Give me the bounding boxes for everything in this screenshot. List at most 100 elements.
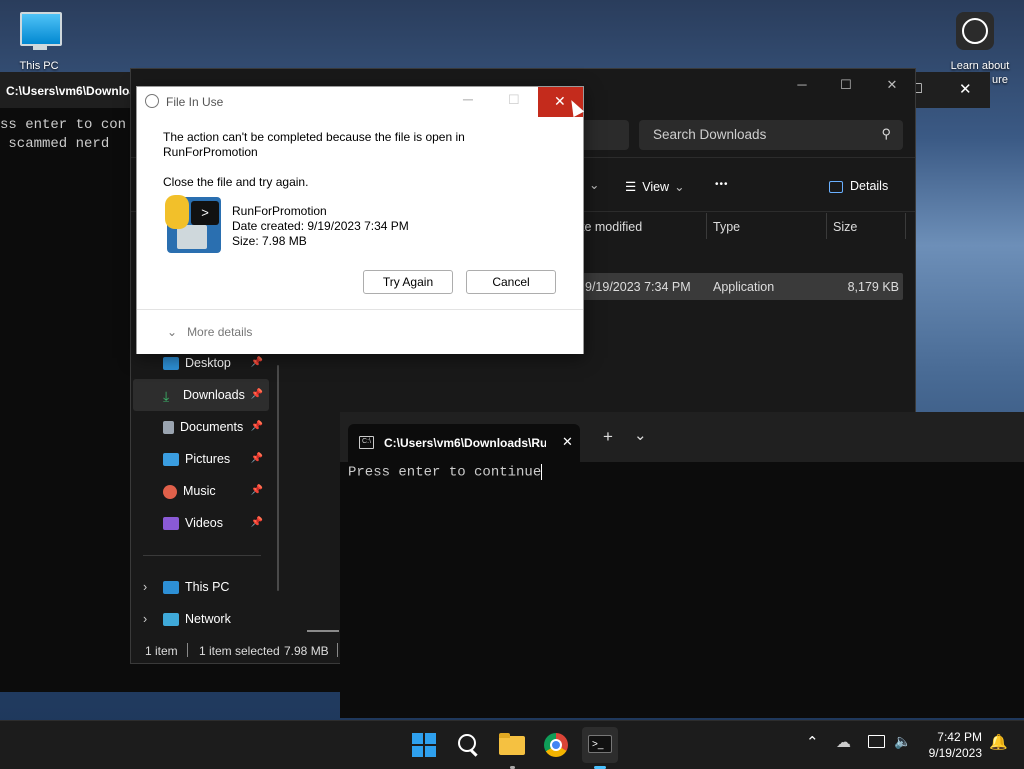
start-button[interactable] (408, 729, 440, 761)
monitor-icon (20, 12, 62, 46)
back-console-line-2: scammed nerd (0, 136, 110, 152)
new-tab-button[interactable]: + (603, 427, 613, 447)
terminal-output-text: Press enter to continue (348, 464, 542, 481)
terminal-tab-bar[interactable]: C:\ C:\Users\vm6\Downloads\Rur ✕ + ⌄ (340, 412, 1024, 462)
chrome-taskbar-button[interactable] (540, 729, 572, 761)
sidebar-item-label: Music (183, 484, 216, 498)
file-in-use-icon (145, 94, 159, 108)
sidebar-item-label: Videos (185, 516, 223, 530)
network-status-icon[interactable] (868, 735, 885, 748)
sidebar-item-videos[interactable]: Videos 📌 (133, 507, 269, 539)
explorer-maximize-icon[interactable]: ☐ (823, 69, 869, 101)
explorer-close-icon[interactable]: ✕ (869, 69, 915, 101)
pin-icon: 📌 (250, 389, 263, 400)
explorer-minimize-icon[interactable]: ─ (779, 69, 825, 101)
folder-icon (499, 736, 525, 755)
desktop-icon (163, 357, 179, 371)
try-again-button[interactable]: Try Again (363, 270, 453, 294)
search-icon: ⚲ (881, 126, 891, 141)
column-separator (706, 213, 707, 239)
monitor-stand-icon (33, 46, 47, 50)
terminal-output[interactable]: Press enter to continue (348, 464, 543, 481)
volume-muted-icon[interactable]: 🔈 (894, 733, 911, 750)
clock-date: 9/19/2023 (928, 746, 982, 760)
clock[interactable]: 7:42 PM 9/19/2023 (916, 729, 982, 761)
see-more-button[interactable]: ••• (715, 179, 729, 190)
terminal-tab[interactable]: C:\ C:\Users\vm6\Downloads\Rur ✕ (348, 424, 580, 462)
desktop-icon-this-pc[interactable]: This PC (14, 8, 64, 72)
terminal-taskbar-button[interactable]: >_ (582, 727, 618, 769)
more-details-toggle[interactable]: ⌄ More details (167, 325, 252, 339)
dialog-message-line-1: The action can't be completed because th… (163, 130, 465, 144)
table-row[interactable]: 9/19/2023 7:34 PM Application 8,179 KB (571, 273, 903, 300)
file-explorer-taskbar-button[interactable] (496, 729, 528, 769)
sidebar-item-this-pc[interactable]: › This PC (133, 571, 269, 603)
details-pane-icon (829, 180, 843, 193)
status-size: 7.98 MB (284, 644, 329, 658)
onedrive-icon[interactable]: ☁ (836, 733, 851, 751)
tab-close-icon[interactable]: ✕ (562, 434, 573, 450)
status-divider (187, 643, 188, 657)
terminal-tab-title: C:\Users\vm6\Downloads\Rur (384, 436, 546, 450)
row-size: 8,179 KB (847, 280, 899, 294)
view-label: View (642, 180, 670, 194)
this-pc-label: This PC (19, 60, 59, 72)
nav-pane: Desktop 📌 ⤓ Downloads 📌 Documents 📌 Pictu… (133, 347, 269, 637)
sidebar-item-documents[interactable]: Documents 📌 (133, 411, 269, 443)
videos-icon (163, 517, 179, 531)
sidebar-item-label: This PC (185, 580, 230, 594)
monitor-icon (163, 581, 179, 595)
sidebar-item-pictures[interactable]: Pictures 📌 (133, 443, 269, 475)
sidebar-item-network[interactable]: › Network (133, 603, 269, 635)
column-header-size[interactable]: Size (833, 220, 857, 234)
desktop-icon-learn[interactable]: Learn about ure (940, 8, 1020, 86)
pin-icon: 📌 (250, 517, 263, 528)
status-item-count: 1 item (145, 644, 178, 658)
pin-icon: 📌 (250, 453, 263, 464)
text-cursor (541, 464, 543, 480)
back-console-close-icon[interactable]: ✕ (959, 80, 972, 98)
details-label: Details (850, 179, 889, 193)
content-scrollbar[interactable] (307, 630, 339, 632)
notification-bell-icon[interactable]: 🔔 (989, 733, 1008, 751)
back-console-title: C:\Users\vm6\Downloa (6, 84, 137, 98)
file-date-created: Date created: 9/19/2023 7:34 PM (232, 219, 409, 233)
dialog-title: File In Use (166, 95, 224, 109)
tab-dropdown-icon[interactable]: ⌄ (634, 426, 647, 444)
cancel-button[interactable]: Cancel (466, 270, 556, 294)
sidebar-item-downloads[interactable]: ⤓ Downloads 📌 (133, 379, 269, 411)
chevron-down-icon: ⌄ (167, 325, 178, 339)
sort-dropdown-chevron-icon[interactable]: ⌄ (589, 177, 599, 192)
search-button[interactable] (452, 729, 484, 761)
dialog-titlebar[interactable]: File In Use ─ ☐ ✕ (137, 87, 583, 117)
pin-icon: 📌 (250, 485, 263, 496)
taskbar: >_ ⌃ ☁ 🔈 7:42 PM 9/19/2023 🔔 (0, 720, 1024, 769)
dialog-message-line-2: RunForPromotion (163, 145, 258, 159)
python-file-icon: > (163, 195, 225, 257)
view-button[interactable]: ☰ View ⌄ (625, 179, 685, 194)
back-console-line-1: ss enter to con (0, 117, 127, 133)
dialog-maximize-icon: ☐ (508, 92, 520, 107)
music-icon (163, 484, 177, 499)
show-hidden-icons-chevron-icon[interactable]: ⌃ (806, 733, 819, 751)
clock-time: 7:42 PM (937, 730, 982, 744)
network-icon (163, 613, 179, 627)
chevron-down-icon: ⌄ (674, 180, 685, 194)
nav-divider (143, 555, 261, 556)
terminal-window: C:\ C:\Users\vm6\Downloads\Rur ✕ + ⌄ Pre… (340, 412, 1024, 718)
sidebar-item-label: Desktop (185, 356, 231, 370)
file-size: Size: 7.98 MB (232, 234, 307, 248)
view-icon: ☰ (625, 180, 637, 194)
dialog-instruction: Close the file and try again. (163, 175, 309, 189)
column-header-type[interactable]: Type (713, 220, 740, 234)
details-pane-button[interactable]: Details (829, 179, 888, 193)
learn-about-icon (956, 12, 994, 50)
sidebar-item-music[interactable]: Music 📌 (133, 475, 269, 507)
search-input[interactable]: Search Downloads ⚲ (639, 120, 903, 150)
column-separator (905, 213, 906, 239)
nav-pane-scrollbar[interactable] (277, 365, 279, 591)
sidebar-item-label: Documents (180, 420, 244, 434)
column-header-date[interactable]: te modified (581, 220, 642, 234)
close-icon: ✕ (554, 93, 566, 109)
sidebar-item-label: Pictures (185, 452, 231, 466)
